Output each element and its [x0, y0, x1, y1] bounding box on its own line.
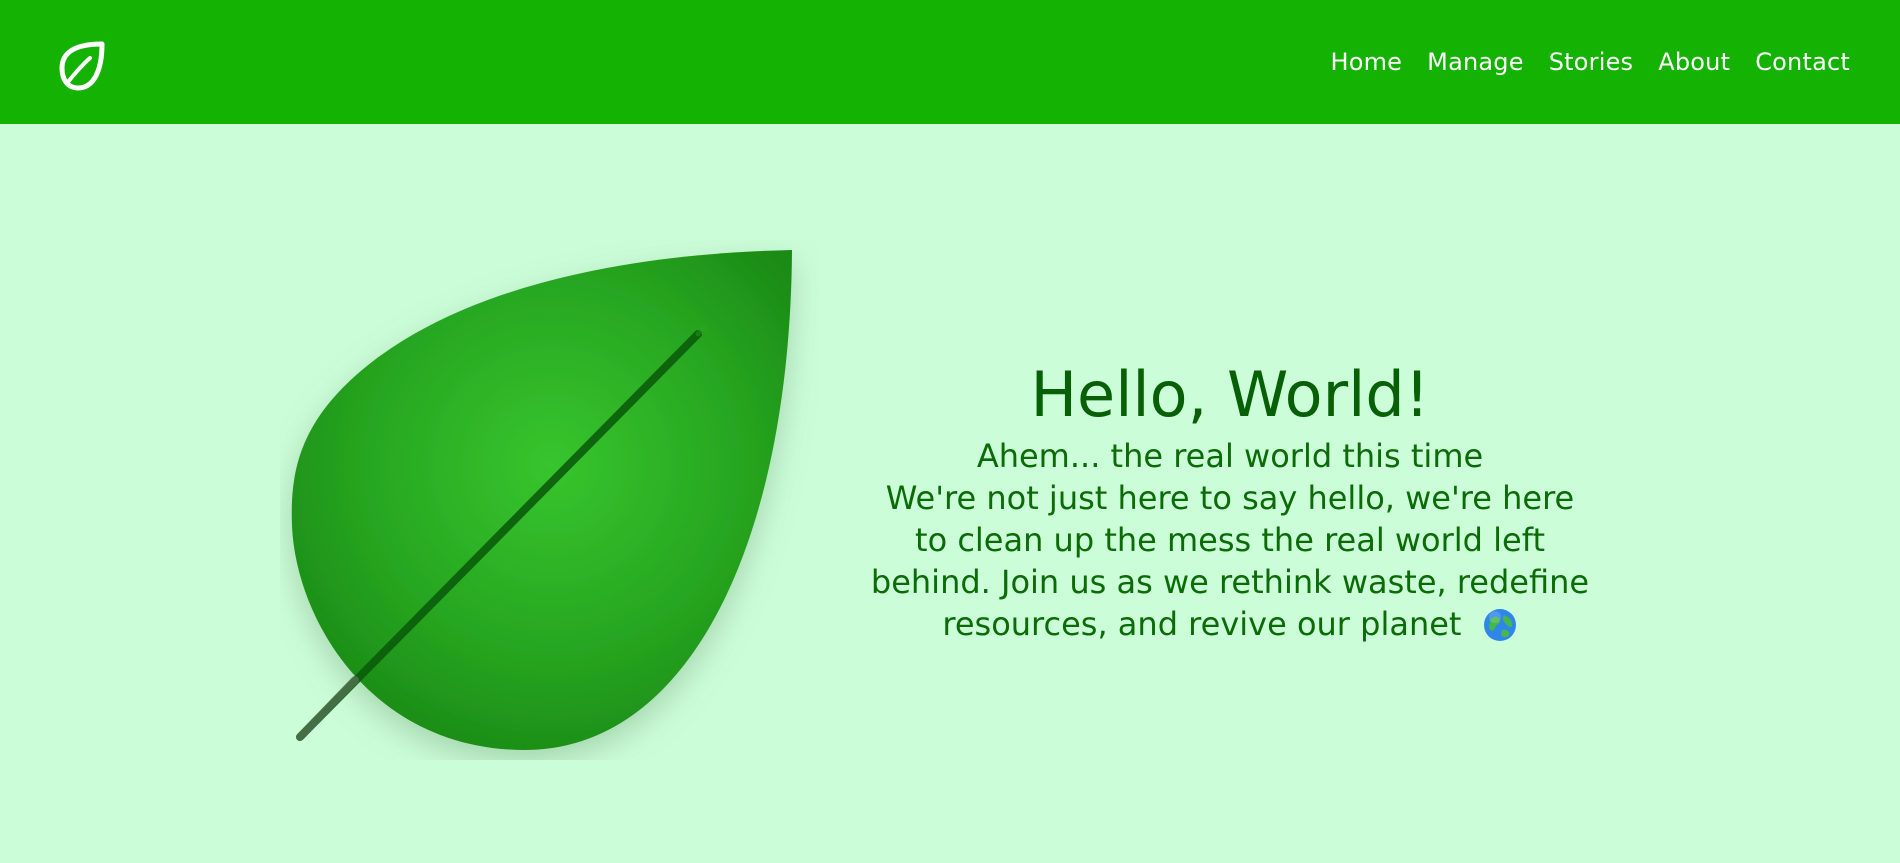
hero-subtitle: Ahem... the real world this time	[976, 437, 1484, 475]
main-nav: Home Manage Stories About Contact	[1330, 0, 1850, 124]
hero-body-text: We're not just here to say hello, we're …	[870, 477, 1590, 645]
globe-icon	[1482, 607, 1518, 643]
large-leaf-illustration	[280, 240, 820, 760]
leaf-logo-icon[interactable]	[56, 40, 108, 92]
nav-contact-link[interactable]: Contact	[1755, 48, 1850, 76]
top-navigation-bar: Home Manage Stories About Contact	[0, 0, 1900, 124]
nav-stories-link[interactable]: Stories	[1549, 48, 1634, 76]
hero-title: Hello, World!	[1030, 358, 1430, 431]
nav-home-link[interactable]: Home	[1330, 48, 1402, 76]
hero-text-block: Hello, World! Ahem... the real world thi…	[850, 355, 1610, 645]
nav-about-link[interactable]: About	[1658, 48, 1730, 76]
nav-manage-link[interactable]: Manage	[1427, 48, 1524, 76]
